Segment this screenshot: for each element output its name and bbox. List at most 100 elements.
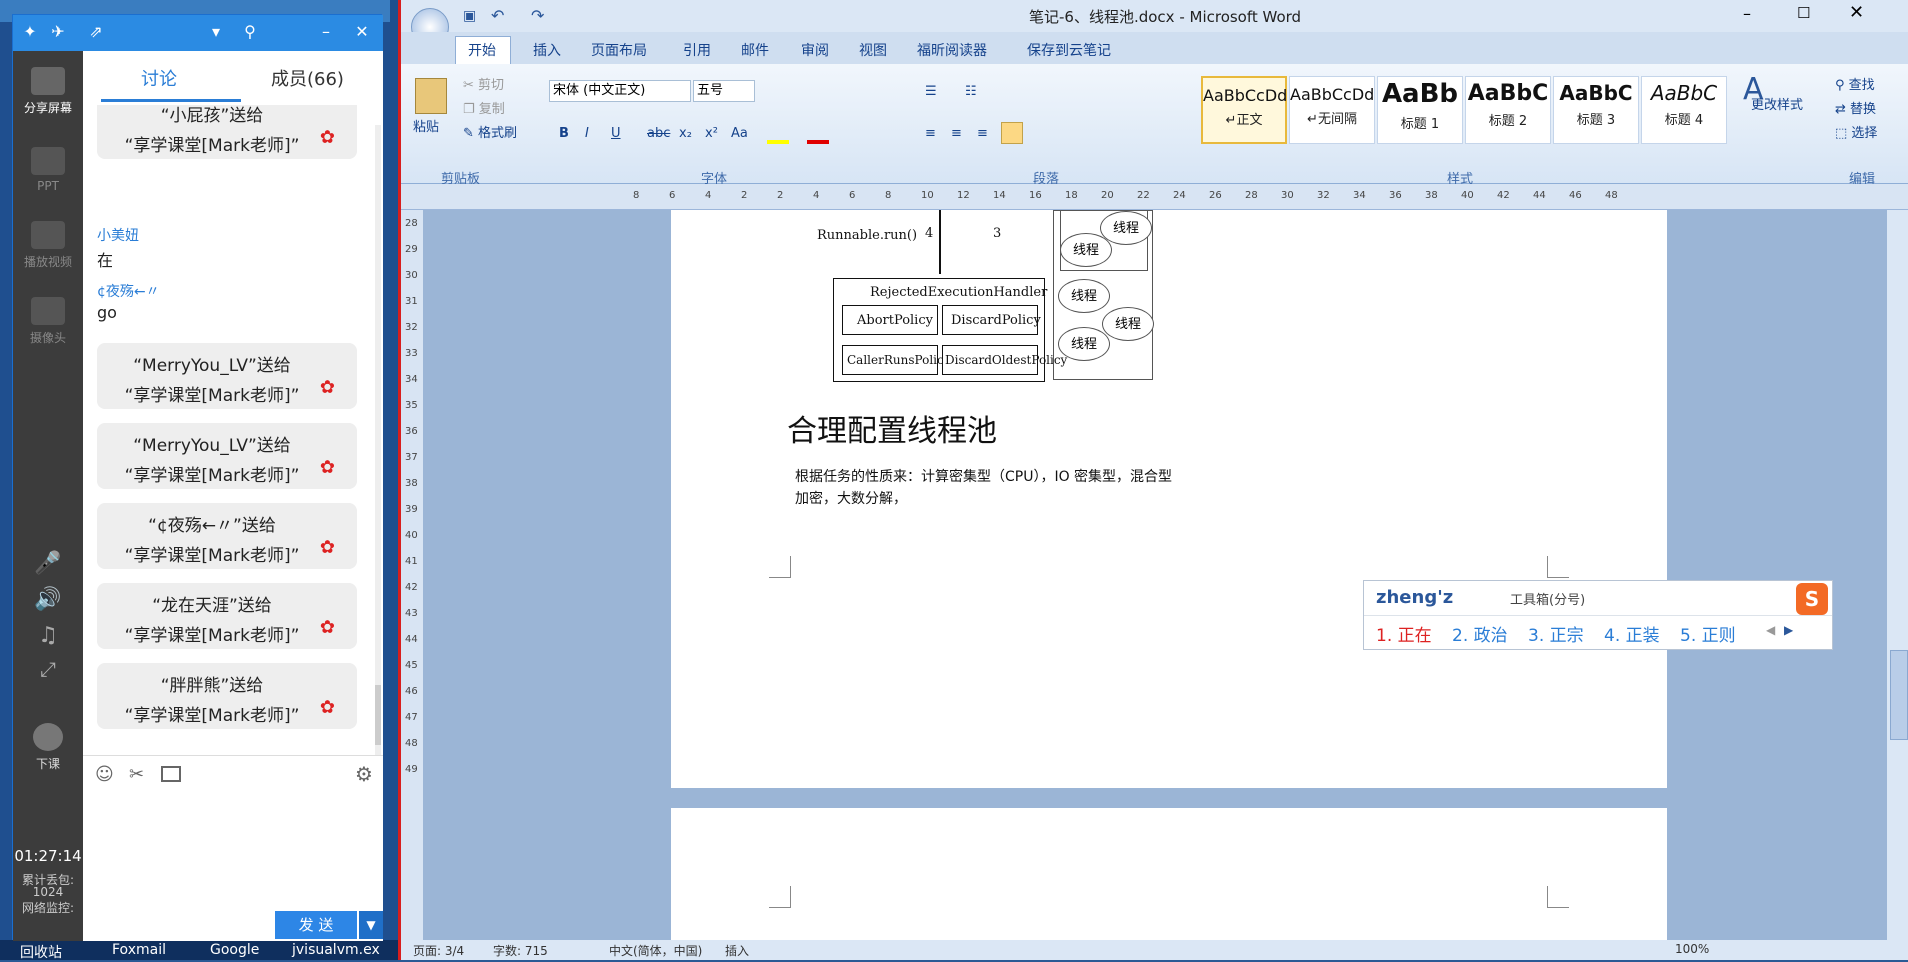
scissors-icon[interactable]: ✂ (129, 764, 144, 785)
minimize-icon[interactable]: – (315, 21, 337, 43)
font-color-icon[interactable] (807, 140, 829, 144)
taskbar-item-recycle[interactable]: 回收站 (20, 942, 62, 962)
font-size-select[interactable]: 五号 (693, 80, 755, 102)
message-user: ¢夜殇←〃 (97, 284, 160, 300)
paste-icon[interactable] (415, 78, 447, 114)
tab-page-layout[interactable]: 页面布局 (591, 40, 647, 60)
document-page[interactable]: Runnable.run() 4 3 RejectedExecutionHand… (671, 210, 1667, 788)
tab-home[interactable]: 开始 (468, 40, 496, 60)
end-class-button[interactable]: 下课 (13, 723, 83, 772)
close-icon[interactable]: ✕ (1849, 2, 1864, 23)
ime-candidate[interactable]: 4. 正装 (1604, 621, 1660, 646)
italic-button[interactable]: I (585, 126, 589, 141)
ime-candidate[interactable]: 2. 政治 (1452, 621, 1508, 646)
minimize-icon[interactable]: – (1743, 4, 1751, 23)
vertical-scrollbar[interactable] (1887, 210, 1908, 940)
ppt-icon (31, 147, 65, 175)
tab-review[interactable]: 审阅 (801, 40, 829, 60)
tab-foxit[interactable]: 福昕阅读器 (917, 40, 987, 60)
save-icon[interactable]: ▣ (463, 8, 476, 24)
vertical-ruler[interactable]: 28 29 30 31 32 33 34 35 36 37 38 39 40 41 42 43 44 45 46 47… (401, 210, 423, 960)
ruler-tick-label: 12 (957, 190, 970, 201)
status-zoom[interactable]: 100% (1675, 942, 1709, 956)
select-button[interactable]: ⬚ 选择 (1835, 122, 1877, 141)
align-center-icon[interactable]: ≡ (951, 126, 962, 141)
gear-icon[interactable]: ⚙ (355, 762, 373, 786)
ime-candidate[interactable]: 1. 正在 (1376, 621, 1432, 646)
bold-button[interactable]: B (559, 126, 569, 141)
ime-prev-page-icon[interactable]: ◀ (1766, 623, 1775, 637)
replace-button[interactable]: ⇄ 替换 (1835, 98, 1876, 117)
style-heading-3[interactable]: AaBbC 标题 3 (1553, 76, 1639, 144)
music-icon[interactable]: ♫ (13, 623, 83, 648)
status-words[interactable]: 字数: 715 (493, 942, 548, 959)
justify-icon[interactable] (1001, 122, 1023, 144)
change-case-button[interactable]: Aa (731, 126, 748, 141)
close-icon[interactable]: ✕ (351, 21, 373, 43)
tab-insert[interactable]: 插入 (533, 40, 561, 60)
mic-icon[interactable]: 🎤 (13, 551, 83, 576)
font-name-select[interactable]: 宋体 (中文正文) (549, 80, 691, 102)
play-video-button[interactable]: 播放视频 (13, 221, 83, 270)
taskbar-item-google[interactable]: Google (210, 942, 259, 958)
share-icon[interactable]: ⇗ (85, 21, 107, 43)
emoji-icon[interactable]: ☺ (95, 764, 114, 785)
align-right-icon[interactable]: ≡ (977, 126, 988, 141)
ime-next-page-icon[interactable]: ▶ (1784, 623, 1793, 637)
tab-cloud-notes[interactable]: 保存到云笔记 (1027, 40, 1111, 60)
fullscreen-icon[interactable]: ⤢ (13, 657, 83, 681)
change-style-button[interactable]: 更改样式 (1751, 94, 1803, 113)
policy-box: CallerRunsPolicy (842, 345, 951, 375)
taskbar-item-foxmail[interactable]: Foxmail (112, 942, 166, 958)
highlight-icon[interactable] (767, 140, 789, 144)
redo-icon[interactable]: ↷ (531, 6, 544, 25)
numbering-icon[interactable]: ☷ (965, 84, 977, 99)
paste-button[interactable]: 粘贴 (413, 116, 439, 135)
status-page[interactable]: 页面: 3/4 (413, 942, 464, 959)
horizontal-ruler[interactable]: 8 6 4 2 2 4 6 8 10 12 14 16 18 20 22 24 26 28 30 32 34 36 38 40… (401, 184, 1908, 210)
ppt-button[interactable]: PPT (13, 147, 83, 193)
style-normal[interactable]: AaBbCcDd ↵正文 (1201, 76, 1287, 144)
speaker-icon[interactable]: 🔊 (13, 587, 83, 612)
pin-icon[interactable]: ⚲ (239, 21, 261, 43)
plane-icon[interactable]: ✈ (47, 21, 69, 43)
tab-members[interactable]: 成员(66) (271, 65, 344, 91)
underline-button[interactable]: U (611, 126, 621, 141)
document-page[interactable] (671, 808, 1667, 960)
tab-discussion[interactable]: 讨论 (141, 65, 177, 91)
undo-icon[interactable]: ↶ (491, 6, 504, 25)
strikethrough-button[interactable]: abc (647, 126, 670, 141)
copy-button[interactable]: ❐ 复制 (463, 98, 505, 117)
send-button[interactable]: 发 送 (275, 911, 357, 939)
find-button[interactable]: ⚲ 查找 (1835, 74, 1875, 93)
taskbar-item-jvisualvm[interactable]: jvisualvm.ex (292, 942, 380, 958)
status-mode[interactable]: 插入 (725, 942, 749, 959)
ime-toolbox[interactable]: 工具箱(分号) (1510, 589, 1585, 608)
maximize-icon[interactable]: ☐ (1797, 4, 1810, 22)
status-language[interactable]: 中文(简体，中国) (609, 942, 702, 959)
style-heading-2[interactable]: AaBbC 标题 2 (1465, 76, 1551, 144)
tab-mailings[interactable]: 邮件 (741, 40, 769, 60)
style-heading-4[interactable]: AaBbC 标题 4 (1641, 76, 1727, 144)
chat-scrollbar[interactable] (375, 125, 381, 765)
ime-input: zheng'z (1376, 587, 1454, 608)
superscript-button[interactable]: x² (705, 126, 718, 141)
image-icon[interactable] (161, 766, 181, 782)
ime-candidate[interactable]: 5. 正则 (1680, 621, 1736, 646)
ime-candidate[interactable]: 3. 正宗 (1528, 621, 1584, 646)
cut-button[interactable]: ✂ 剪切 (463, 74, 504, 93)
style-heading-1[interactable]: AaBb 标题 1 (1377, 76, 1463, 144)
vruler-tick-label: 36 (405, 426, 418, 437)
dropdown-icon[interactable]: ▾ (205, 21, 227, 43)
tab-references[interactable]: 引用 (683, 40, 711, 60)
align-left-icon[interactable]: ≡ (925, 126, 936, 141)
subscript-button[interactable]: x₂ (679, 126, 692, 141)
camera-button[interactable]: 摄像头 (13, 297, 83, 346)
style-no-spacing[interactable]: AaBbCcDd ↵无间隔 (1289, 76, 1375, 144)
tab-view[interactable]: 视图 (859, 40, 887, 60)
bullets-icon[interactable]: ☰ (925, 84, 937, 99)
scroll-thumb[interactable] (1890, 650, 1908, 740)
share-screen-button[interactable]: 分享屏幕 (13, 67, 83, 116)
format-painter-button[interactable]: ✎ 格式刷 (463, 122, 517, 141)
send-options-button[interactable]: ▼ (359, 911, 383, 939)
